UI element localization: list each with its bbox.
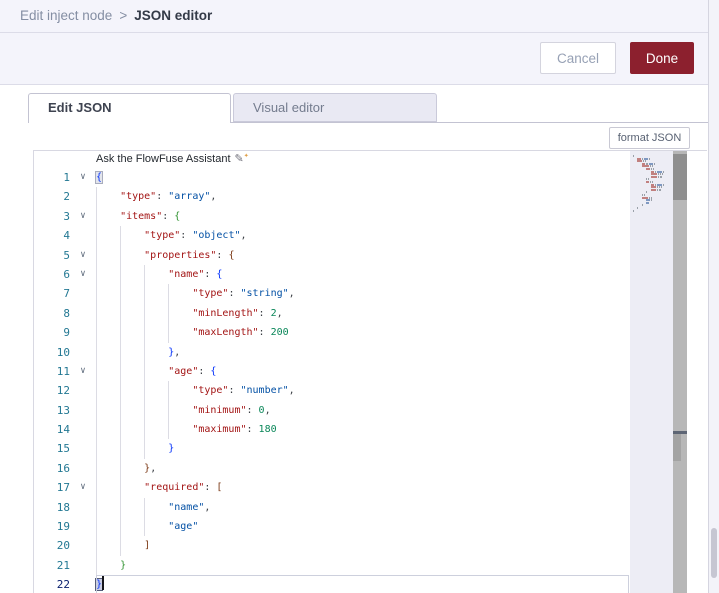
overview-range-mark bbox=[673, 434, 681, 461]
breadcrumb-separator: > bbox=[119, 8, 128, 23]
cancel-button[interactable]: Cancel bbox=[540, 42, 616, 74]
code-line[interactable]: 11 ∨ "age": { bbox=[34, 361, 707, 382]
code-text: { bbox=[96, 172, 103, 183]
code-line[interactable]: 1 ∨{ bbox=[34, 168, 707, 187]
json-editor-dialog: Edit inject node > JSON editor Cancel Done… bbox=[0, 0, 719, 593]
fold-chevron-icon[interactable]: ∨ bbox=[70, 168, 96, 187]
minimap[interactable] bbox=[630, 151, 673, 593]
line-number: 11 bbox=[56, 364, 70, 378]
breadcrumb-parent[interactable]: Edit inject node bbox=[20, 8, 112, 23]
line-number: 13 bbox=[56, 403, 70, 417]
code-line[interactable]: 3 ∨ "items": { bbox=[34, 206, 707, 227]
fold-chevron-icon[interactable]: ∨ bbox=[70, 478, 96, 497]
assistant-pencil-icon: ✎✦ bbox=[234, 153, 249, 165]
line-number: 12 bbox=[56, 384, 70, 398]
line-number: 10 bbox=[56, 345, 70, 359]
code-text: "name", bbox=[96, 497, 210, 518]
line-number: 20 bbox=[56, 539, 70, 553]
line-number: 19 bbox=[56, 520, 70, 534]
json-code-editor[interactable]: Ask the FlowFuse Assistant ✎✦ 1 ∨{2 "type":… bbox=[33, 150, 707, 593]
code-line[interactable]: 8 "minLength": 2, bbox=[34, 303, 707, 324]
code-text: ] bbox=[96, 536, 150, 556]
code-line[interactable]: 9 "maxLength": 200 bbox=[34, 323, 707, 343]
page-scrollbar-thumb[interactable] bbox=[711, 528, 717, 578]
code-line[interactable]: 16}, bbox=[34, 458, 707, 479]
code-line[interactable]: 20] bbox=[34, 536, 707, 556]
line-number: 7 bbox=[63, 287, 70, 301]
code-text: "type": "number", bbox=[96, 381, 295, 401]
code-text: }, bbox=[96, 458, 156, 479]
tab-visual-editor[interactable]: Visual editor bbox=[233, 93, 437, 122]
code-text: "maximum": 180 bbox=[96, 420, 277, 440]
code-text: "minimum": 0, bbox=[96, 400, 271, 421]
current-line-highlight bbox=[96, 575, 629, 593]
code-line[interactable]: 18 "name", bbox=[34, 497, 707, 518]
dialog-action-bar: Cancel Done bbox=[0, 33, 719, 85]
code-line[interactable]: 15} bbox=[34, 439, 707, 459]
code-text: } bbox=[96, 439, 174, 459]
code-text: "properties": { bbox=[96, 245, 234, 265]
code-text: "type": "array", bbox=[96, 187, 216, 207]
fold-chevron-icon[interactable]: ∨ bbox=[70, 246, 96, 265]
code-line[interactable]: 2 "type": "array", bbox=[34, 187, 707, 207]
fold-chevron-icon[interactable]: ∨ bbox=[70, 207, 96, 226]
fold-chevron-icon[interactable]: ∨ bbox=[70, 362, 96, 381]
breadcrumb: Edit inject node > JSON editor bbox=[0, 0, 719, 33]
code-text: "maxLength": 200 bbox=[96, 323, 289, 343]
line-number: 21 bbox=[56, 558, 70, 572]
editor-scrollbar-thumb[interactable] bbox=[673, 154, 687, 200]
assistant-hint[interactable]: Ask the FlowFuse Assistant ✎✦ bbox=[96, 152, 249, 168]
code-line[interactable]: 17 ∨ "required": [ bbox=[34, 478, 707, 498]
line-number: 1 bbox=[63, 171, 70, 184]
page-scrollbar[interactable] bbox=[708, 0, 719, 593]
line-number: 16 bbox=[56, 461, 70, 475]
code-text: "minLength": 2, bbox=[96, 303, 283, 324]
code-text: } bbox=[96, 575, 104, 591]
code-line[interactable]: 10}, bbox=[34, 342, 707, 362]
line-number: 8 bbox=[63, 306, 70, 320]
code-text: "type": "string", bbox=[96, 284, 295, 304]
line-number: 6 bbox=[63, 267, 70, 281]
code-line[interactable]: 19 "age" bbox=[34, 517, 707, 537]
line-number: 17 bbox=[56, 481, 70, 495]
code-line[interactable]: 7 "type": "string", bbox=[34, 284, 707, 304]
code-line[interactable]: 5 ∨ "properties": { bbox=[34, 245, 707, 265]
line-number: 3 bbox=[63, 209, 70, 223]
breadcrumb-current: JSON editor bbox=[134, 8, 213, 23]
code-line[interactable]: 22} bbox=[34, 575, 707, 593]
code-text: "items": { bbox=[96, 206, 180, 227]
line-number: 4 bbox=[63, 229, 70, 243]
code-line[interactable]: 21} bbox=[34, 555, 707, 576]
line-number: 2 bbox=[63, 190, 70, 204]
line-number: 15 bbox=[56, 442, 70, 456]
code-text: "age": { bbox=[96, 361, 216, 382]
code-text: "age" bbox=[96, 517, 198, 537]
format-json-button[interactable]: format JSON bbox=[609, 127, 690, 149]
line-number: 5 bbox=[63, 248, 70, 262]
assistant-hint-label: Ask the FlowFuse Assistant bbox=[96, 153, 231, 165]
code-text: }, bbox=[96, 342, 180, 362]
text-cursor bbox=[102, 575, 104, 591]
done-button[interactable]: Done bbox=[630, 42, 694, 74]
line-number: 18 bbox=[56, 500, 70, 514]
line-number: 9 bbox=[63, 326, 70, 340]
code-line[interactable]: 12 "type": "number", bbox=[34, 381, 707, 401]
code-area[interactable]: 1 ∨{2 "type": "array", 3 ∨ "items": {4 "type":… bbox=[34, 168, 707, 593]
code-line[interactable]: 6 ∨ "name": { bbox=[34, 264, 707, 285]
code-text: } bbox=[96, 555, 126, 576]
code-line[interactable]: 13 "minimum": 0, bbox=[34, 400, 707, 421]
tab-edit-json[interactable]: Edit JSON bbox=[28, 93, 231, 123]
line-number: 14 bbox=[56, 423, 70, 437]
sparkle-icon: ✦ bbox=[243, 153, 249, 160]
editor-scrollbar[interactable] bbox=[673, 151, 687, 593]
code-line[interactable]: 14 "maximum": 180 bbox=[34, 420, 707, 440]
code-text: "type": "object", bbox=[96, 226, 247, 246]
code-line[interactable]: 4 "type": "object", bbox=[34, 226, 707, 246]
code-text: "name": { bbox=[96, 264, 222, 285]
code-text: "required": [ bbox=[96, 478, 222, 498]
line-number: 22 bbox=[56, 578, 70, 592]
fold-chevron-icon[interactable]: ∨ bbox=[70, 265, 96, 284]
